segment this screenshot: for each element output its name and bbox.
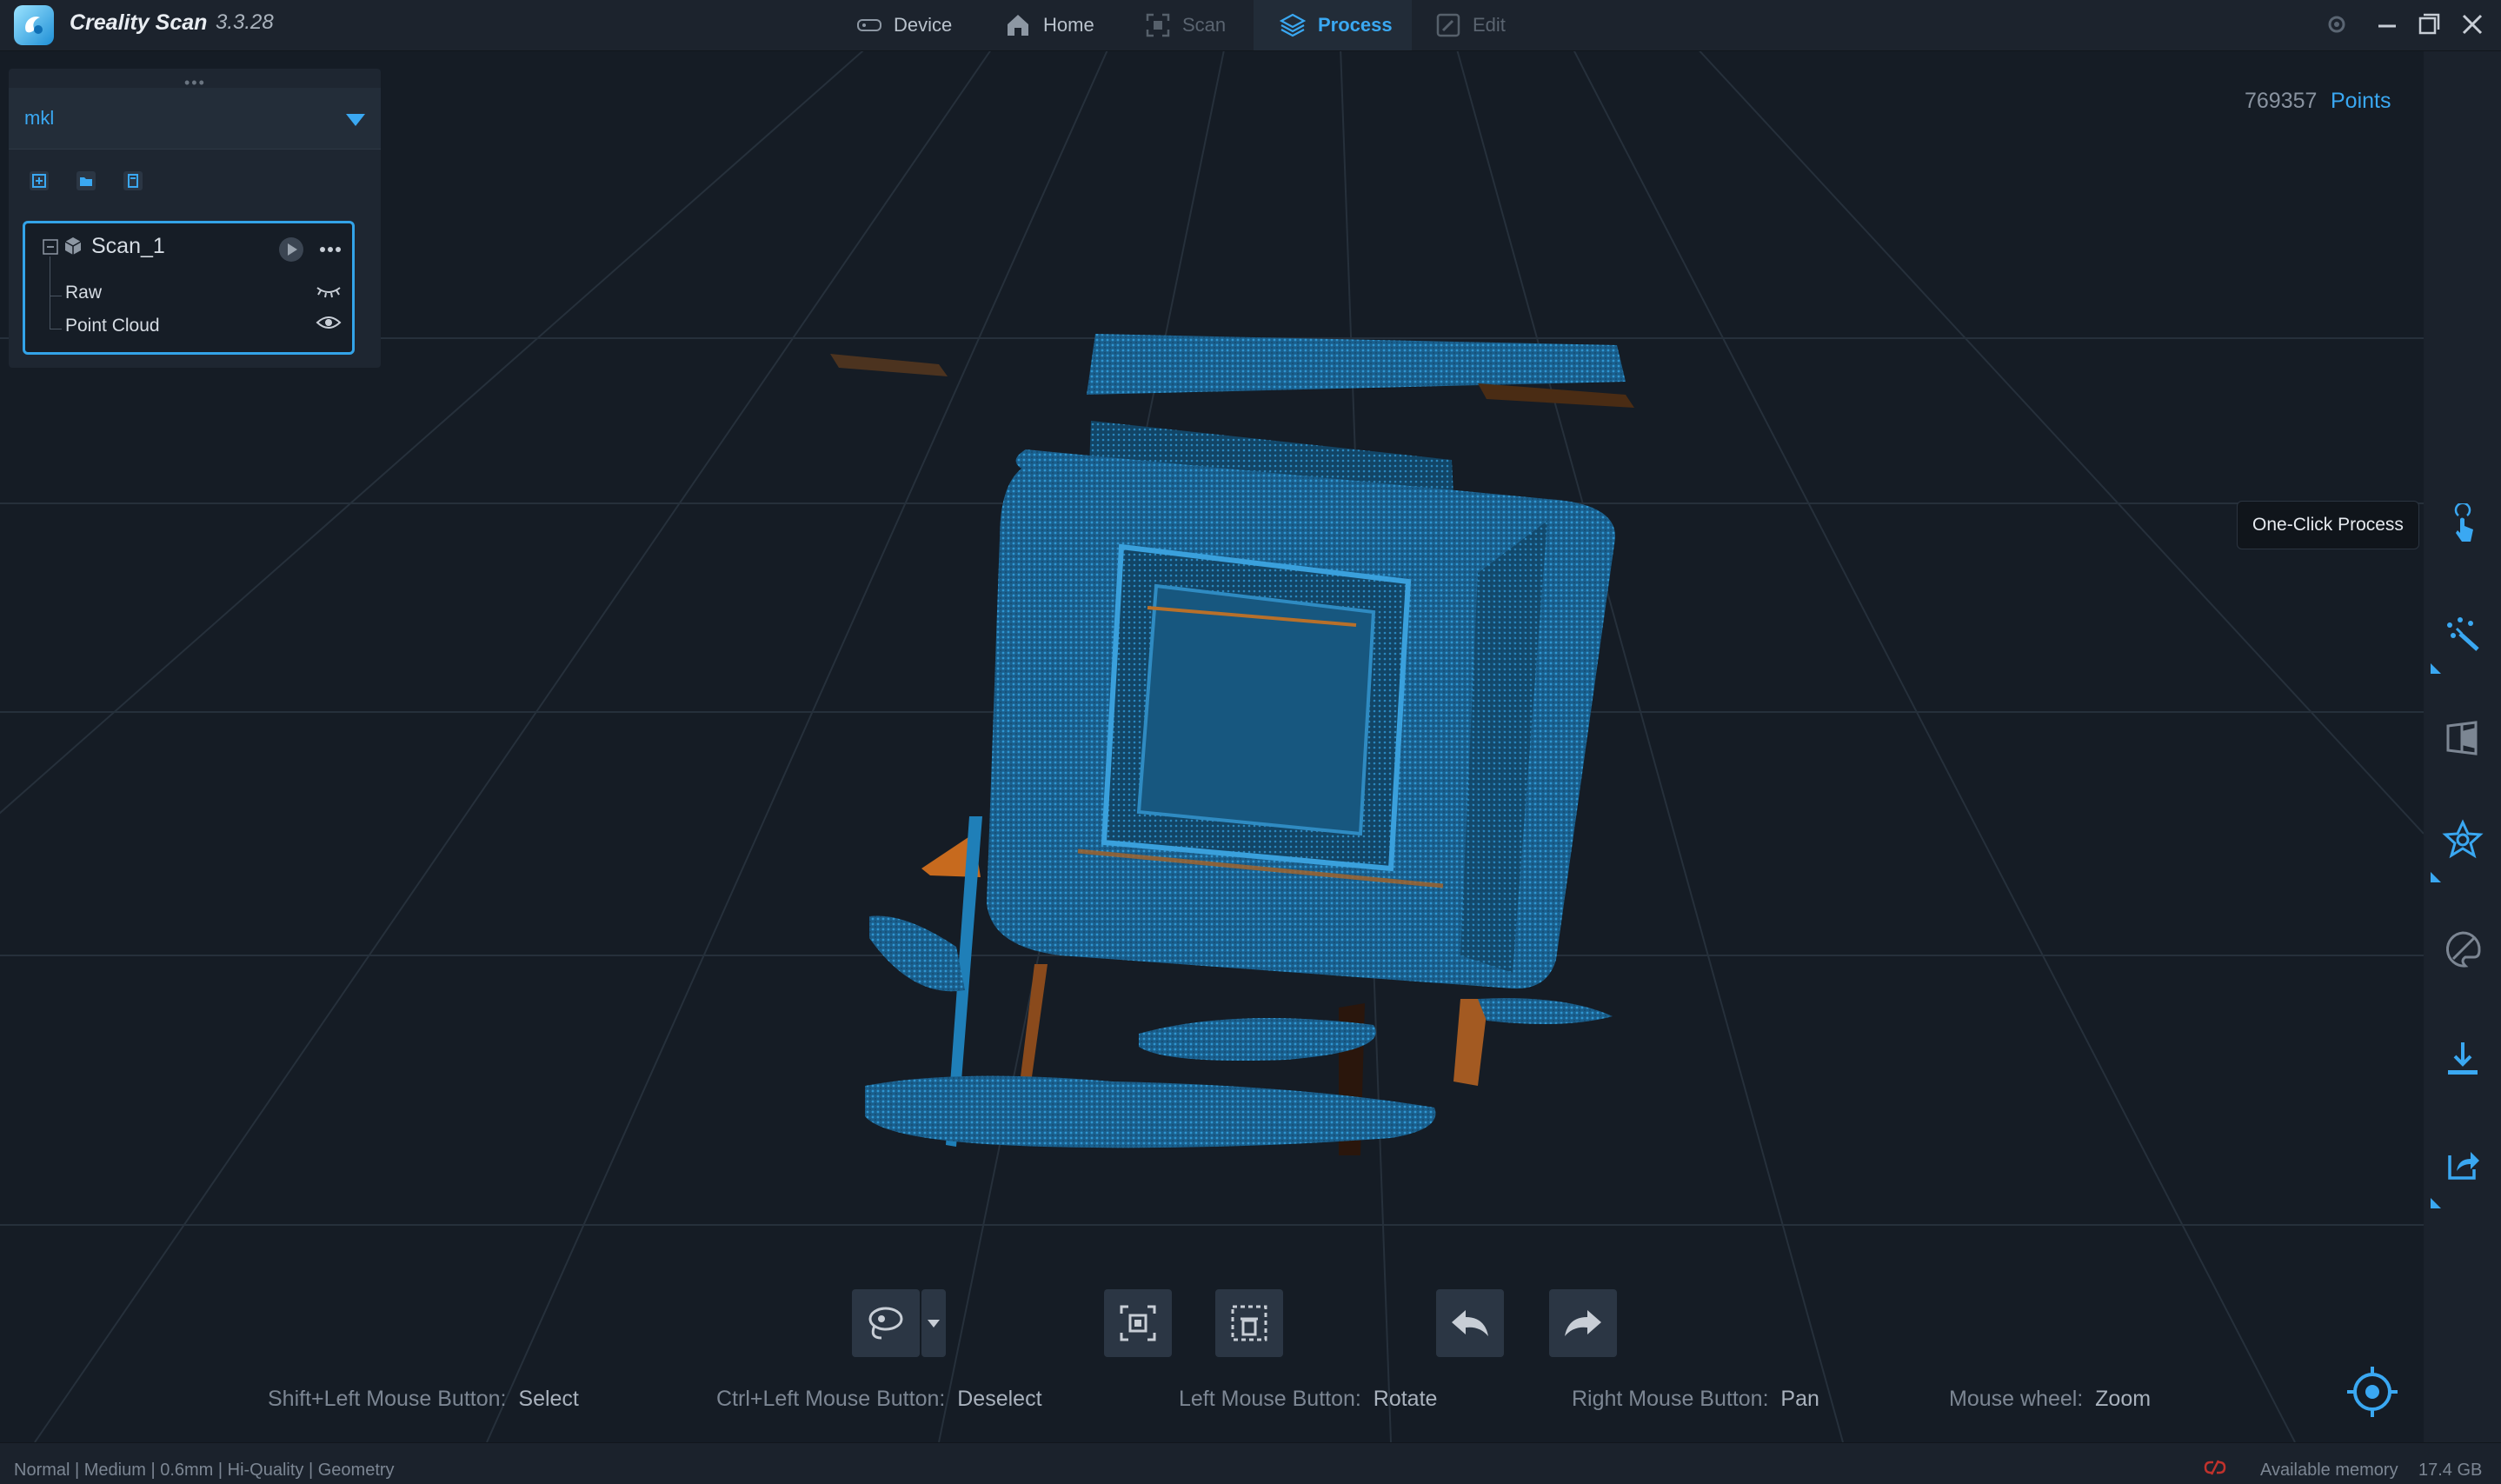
tab-process[interactable]: Process <box>1254 0 1412 50</box>
select-all-button[interactable] <box>1104 1289 1172 1357</box>
disconnected-link-icon <box>2204 1460 2226 1475</box>
hint-action: Rotate <box>1373 1387 1438 1411</box>
submenu-indicator-icon <box>2431 663 2441 674</box>
submenu-indicator-icon <box>2431 872 2441 882</box>
submenu-indicator-icon <box>2431 1198 2441 1208</box>
hint-action: Deselect <box>957 1387 1042 1411</box>
hint-zoom: Mouse wheel: Zoom <box>1949 1387 2151 1412</box>
redo-button[interactable] <box>1549 1289 1617 1357</box>
tab-home-label: Home <box>1043 14 1094 36</box>
eye-closed-icon[interactable] <box>316 283 342 300</box>
selection-mode-dropdown[interactable] <box>921 1289 946 1357</box>
close-icon[interactable] <box>2457 9 2488 40</box>
open-folder-icon[interactable] <box>73 168 99 194</box>
hint-key: Mouse wheel: <box>1949 1387 2084 1411</box>
hint-action: Zoom <box>2095 1387 2152 1411</box>
tab-device-label: Device <box>894 14 953 36</box>
points-label: Points <box>2331 89 2391 113</box>
delete-selection-button[interactable] <box>1215 1289 1283 1357</box>
one-click-process-icon[interactable] <box>2441 503 2484 547</box>
title-bar: Creality Scan 3.3.28 Device Home Scan Pr… <box>0 0 2501 51</box>
hint-action: Select <box>518 1387 579 1411</box>
layers-icon <box>1280 13 1306 37</box>
select-all-icon <box>1120 1305 1156 1341</box>
minimize-icon[interactable] <box>2371 9 2403 40</box>
restore-icon[interactable] <box>2413 9 2444 40</box>
scan-settings-summary: Normal | Medium | 0.6mm | Hi-Quality | G… <box>14 1461 395 1480</box>
chevron-down-icon <box>928 1320 940 1328</box>
dropdown-caret-icon <box>346 114 365 126</box>
app-logo-icon <box>14 5 54 45</box>
points-count: 769357 <box>2245 89 2318 113</box>
memory-value: 17.4 GB <box>2418 1461 2483 1480</box>
status-bar: Normal | Medium | 0.6mm | Hi-Quality | G… <box>0 1442 2501 1484</box>
hint-select: Shift+Left Mouse Button: Select <box>268 1387 579 1412</box>
tab-process-label: Process <box>1318 14 1393 36</box>
tab-home[interactable]: Home <box>1005 0 1101 50</box>
hint-key: Right Mouse Button: <box>1572 1387 1769 1411</box>
hint-key: Left Mouse Button: <box>1179 1387 1361 1411</box>
point-cloud-process-icon[interactable] <box>2441 613 2484 656</box>
project-name: mkl <box>24 107 55 129</box>
tree-item-point-cloud[interactable]: Point Cloud <box>65 316 160 336</box>
tab-scan[interactable]: Scan <box>1146 0 1233 50</box>
project-dropdown[interactable]: mkl <box>9 88 381 150</box>
settings-gear-icon[interactable] <box>2321 9 2352 40</box>
tab-scan-label: Scan <box>1182 14 1227 36</box>
more-options-icon[interactable] <box>319 246 342 253</box>
hint-key: Shift+Left Mouse Button: <box>268 1387 507 1411</box>
play-icon[interactable] <box>277 236 305 263</box>
scan-cube-icon <box>64 237 82 255</box>
tab-edit[interactable]: Edit <box>1436 0 1523 50</box>
share-icon[interactable] <box>2441 1143 2484 1187</box>
texture-icon[interactable] <box>2441 818 2484 862</box>
memory-label: Available memory <box>2260 1461 2398 1480</box>
lasso-icon <box>868 1307 903 1340</box>
tab-edit-label: Edit <box>1473 14 1506 36</box>
app-title: Creality Scan <box>70 10 208 35</box>
tab-device[interactable]: Device <box>857 0 961 50</box>
hint-action: Pan <box>1780 1387 1819 1411</box>
undo-icon <box>1452 1310 1488 1336</box>
collapse-icon[interactable] <box>43 239 58 255</box>
undo-button[interactable] <box>1436 1289 1504 1357</box>
device-icon <box>857 19 881 31</box>
redo-icon <box>1565 1310 1601 1336</box>
tooltip-one-click-process: One-Click Process <box>2237 501 2419 549</box>
scan-name: Scan_1 <box>91 234 165 258</box>
hint-key: Ctrl+Left Mouse Button: <box>716 1387 946 1411</box>
scan-tree-card[interactable]: Scan_1 Raw Point Cloud <box>23 221 355 355</box>
edit-icon <box>1436 13 1460 37</box>
right-toolbar <box>2424 51 2501 1442</box>
reset-view-crosshair-icon[interactable] <box>2345 1365 2399 1419</box>
hint-pan: Right Mouse Button: Pan <box>1572 1387 1819 1412</box>
home-icon <box>1008 15 1028 36</box>
eye-open-icon[interactable] <box>316 312 342 333</box>
add-project-icon[interactable] <box>26 168 52 194</box>
delete-selection-icon <box>1231 1305 1267 1341</box>
project-panel: ••• mkl Scan_1 Raw Point Cloud <box>9 69 381 368</box>
mesh-icon[interactable] <box>2441 717 2484 761</box>
hint-rotate: Left Mouse Button: Rotate <box>1179 1387 1437 1412</box>
scan-icon <box>1146 13 1170 37</box>
export-icon[interactable] <box>2441 1037 2484 1081</box>
color-icon[interactable] <box>2441 928 2484 971</box>
tree-item-raw[interactable]: Raw <box>65 283 102 303</box>
hint-deselect: Ctrl+Left Mouse Button: Deselect <box>716 1387 1042 1412</box>
lasso-select-button[interactable] <box>852 1289 920 1357</box>
save-project-icon[interactable] <box>120 168 146 194</box>
app-version: 3.3.28 <box>216 10 274 34</box>
